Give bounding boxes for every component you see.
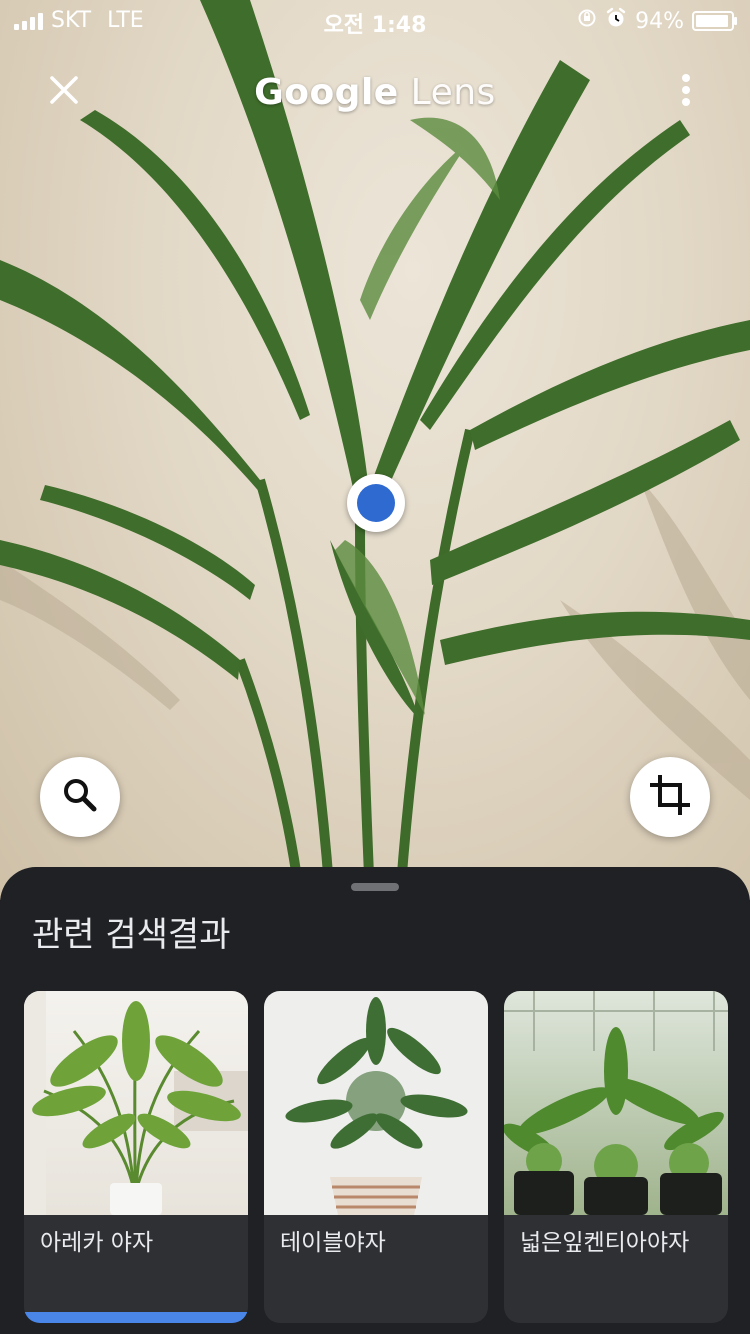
camera-viewfinder[interactable]: SKT LTE 오전 1:48 94% Google Lens xyxy=(0,0,750,900)
sheet-title: 관련 검색결과 xyxy=(32,915,231,955)
app-title: Google Lens xyxy=(0,72,750,113)
sheet-drag-handle[interactable] xyxy=(351,883,399,891)
crop-button[interactable] xyxy=(630,757,710,837)
result-label: 넓은잎켄티아야자 xyxy=(520,1230,690,1256)
crop-icon xyxy=(648,773,692,821)
result-card[interactable]: 아레카 야자 xyxy=(24,991,248,1323)
results-sheet: 관련 검색결과 아레카 야자 테이블야자 넓은잎켄티아야자 xyxy=(0,867,750,1334)
result-thumbnail xyxy=(264,991,488,1215)
plant-photo xyxy=(0,0,750,900)
results-list: 아레카 야자 테이블야자 넓은잎켄티아야자 xyxy=(24,991,728,1323)
search-icon xyxy=(60,775,100,819)
status-bar: SKT LTE 오전 1:48 94% xyxy=(0,0,750,40)
result-label: 테이블야자 xyxy=(280,1230,386,1256)
search-button[interactable] xyxy=(40,757,120,837)
result-thumbnail xyxy=(24,991,248,1215)
rotation-lock-icon xyxy=(577,8,597,34)
selected-indicator xyxy=(24,1312,248,1323)
title-product: Lens xyxy=(410,72,496,113)
result-card[interactable]: 테이블야자 xyxy=(264,991,488,1323)
battery-icon xyxy=(692,11,737,31)
battery-percent: 94% xyxy=(635,8,684,34)
result-label: 아레카 야자 xyxy=(40,1230,154,1256)
title-brand: Google xyxy=(254,72,399,113)
selection-dot[interactable] xyxy=(347,474,405,532)
result-card[interactable]: 넓은잎켄티아야자 xyxy=(504,991,728,1323)
result-thumbnail xyxy=(504,991,728,1215)
alarm-icon xyxy=(605,7,627,35)
more-vert-icon[interactable] xyxy=(676,70,696,110)
